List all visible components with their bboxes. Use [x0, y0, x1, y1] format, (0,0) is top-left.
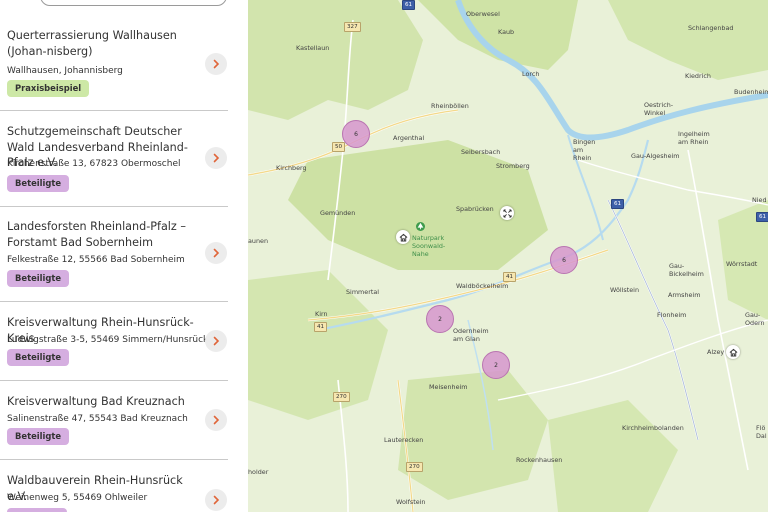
map-place-label: Kaub: [498, 28, 515, 36]
map-place-label: Nied: [752, 196, 767, 204]
open-detail-button[interactable]: [205, 242, 227, 264]
road-number-label: 50: [332, 142, 346, 152]
chevron-right-icon: [213, 248, 220, 258]
map-location-marker[interactable]: [726, 345, 740, 359]
map-place-label: Gau-Algesheim: [631, 152, 680, 160]
house-icon: [729, 348, 737, 357]
list-item[interactable]: Querterrassierung Wallhausen (Johan-nisb…: [0, 23, 228, 111]
map-place-label: Gau-Odern: [745, 311, 765, 327]
map-place-label: Lorch: [522, 70, 540, 78]
list-item-address: Wallhausen, Johannisberg: [7, 66, 123, 76]
category-badge: [7, 508, 67, 512]
map-place-label: Armsheim: [668, 291, 701, 299]
map-place-label: Seibersbach: [461, 148, 501, 156]
list-item[interactable]: Waldbauverein Rhein-Hunsrück e.V. Weinen…: [0, 460, 228, 512]
road-number-label: 327: [344, 22, 361, 32]
map-place-label: Alzey: [707, 348, 725, 356]
map-place-label: Odernheim am Glan: [453, 327, 489, 343]
open-detail-button[interactable]: [205, 53, 227, 75]
map-place-label: Oberwesel: [466, 10, 500, 18]
map-place-label: Meisenheim: [429, 383, 468, 391]
map-cluster-marker[interactable]: 2: [482, 351, 510, 379]
park-poi-marker: [416, 222, 425, 231]
chevron-right-icon: [213, 59, 220, 69]
road-number-label: 41: [314, 322, 328, 332]
list-item-address: Felkestraße 12, 55566 Bad Sobernheim: [7, 255, 185, 265]
map-place-label: Spabrücken: [456, 205, 494, 213]
map-place-label: Bingen am Rhein: [573, 138, 596, 162]
map-place-label: Gau-Bickelheim: [669, 262, 704, 278]
map-place-label: Kiedrich: [685, 72, 711, 80]
list-item-address: Salinenstraße 47, 55543 Bad Kreuznach: [7, 414, 188, 424]
map-place-label: Schlangenbad: [688, 24, 734, 32]
map-place-label: Stromberg: [496, 162, 530, 170]
map-place-label: Oestrich-Winkel: [644, 101, 674, 117]
map-place-label: Wörrstadt: [726, 260, 758, 268]
chevron-right-icon: [213, 495, 220, 505]
map-place-label: Wolfstein: [396, 498, 426, 506]
list-item[interactable]: Kreisverwaltung Rhein-Hunsrück-Kreis Lud…: [0, 302, 228, 381]
tree-icon: [417, 223, 424, 230]
map-place-label: Kastellaun: [296, 44, 330, 52]
list-item[interactable]: Kreisverwaltung Bad Kreuznach Salinenstr…: [0, 381, 228, 460]
map-location-marker[interactable]: [396, 230, 410, 244]
open-detail-button[interactable]: [205, 330, 227, 352]
map-place-label: Rockenhausen: [516, 456, 563, 464]
map-cluster-marker[interactable]: 2: [426, 305, 454, 333]
map-place-label: Kirn: [315, 310, 328, 318]
category-badge: Praxisbeispiel: [7, 80, 90, 97]
open-detail-button[interactable]: [205, 147, 227, 169]
map-place-label: Kirchheimbolanden: [622, 424, 684, 432]
map-view[interactable]: Oberwesel Kastellaun Kaub Lorch Schlange…: [248, 0, 768, 512]
map-place-label: Ingelheim am Rhein: [678, 130, 710, 146]
list-item-address: Kirchenstraße 13, 67823 Obermoschel: [7, 159, 181, 169]
map-place-label: Lauterecken: [384, 436, 424, 444]
open-detail-button[interactable]: [205, 409, 227, 431]
list-item[interactable]: Schutzgemeinschaft Deutscher Wald Landes…: [0, 111, 228, 207]
category-badge: Beteiligte: [7, 349, 70, 366]
map-place-label: Rheinböllen: [431, 102, 469, 110]
map-place-label: Argenthal: [393, 134, 425, 142]
list-item-address: Weinenweg 5, 55469 Ohlweiler: [7, 493, 148, 503]
map-place-label: Kirchberg: [276, 164, 307, 172]
map-cluster-marker[interactable]: 6: [550, 246, 578, 274]
map-place-label: Budenheim: [734, 88, 768, 96]
map-cluster-marker[interactable]: 6: [342, 120, 370, 148]
chevron-right-icon: [213, 153, 220, 163]
road-number-label: 270: [406, 462, 423, 472]
map-place-label: aunen: [248, 237, 268, 245]
chevron-right-icon: [213, 336, 220, 346]
road-number-label: 61: [402, 0, 416, 10]
map-place-label: Waldböckelheim: [456, 282, 509, 290]
open-detail-button[interactable]: [205, 489, 227, 511]
chevron-right-icon: [213, 415, 220, 425]
results-sidebar: Querterrassierung Wallhausen (Johan-nisb…: [0, 0, 248, 512]
road-number-label: 41: [503, 272, 517, 282]
road-number-label: 61: [756, 212, 768, 222]
search-input[interactable]: [40, 0, 227, 6]
map-place-label: holder: [248, 468, 269, 476]
list-item-title: Landesforsten Rheinland-Pfalz – Forstamt…: [7, 220, 186, 249]
category-badge: Beteiligte: [7, 428, 70, 445]
list-item[interactable]: Landesforsten Rheinland-Pfalz – Forstamt…: [0, 207, 228, 302]
road-number-label: 61: [611, 199, 625, 209]
map-place-label: Flö Dal: [756, 424, 767, 440]
list-item-address: Ludwigstraße 3-5, 55469 Simmern/Hunsrück: [7, 335, 209, 345]
map-place-label: Wöllstein: [610, 286, 639, 294]
map-place-label: Flonheim: [657, 311, 687, 319]
house-icon: [399, 233, 407, 242]
list-item-title: Querterrassierung Wallhausen (Johan-nisb…: [7, 29, 177, 58]
map-place-label: Simmertal: [346, 288, 380, 296]
road-number-label: 270: [333, 392, 350, 402]
category-badge: Beteiligte: [7, 175, 70, 192]
category-badge: Beteiligte: [7, 270, 70, 287]
map-location-marker[interactable]: [500, 206, 514, 220]
map-place-label: Naturpark Soonwald-Nahe: [412, 234, 446, 258]
list-item-title: Kreisverwaltung Bad Kreuznach: [7, 395, 185, 408]
map-place-label: Gemünden: [320, 209, 356, 217]
expand-icon: [502, 208, 512, 218]
